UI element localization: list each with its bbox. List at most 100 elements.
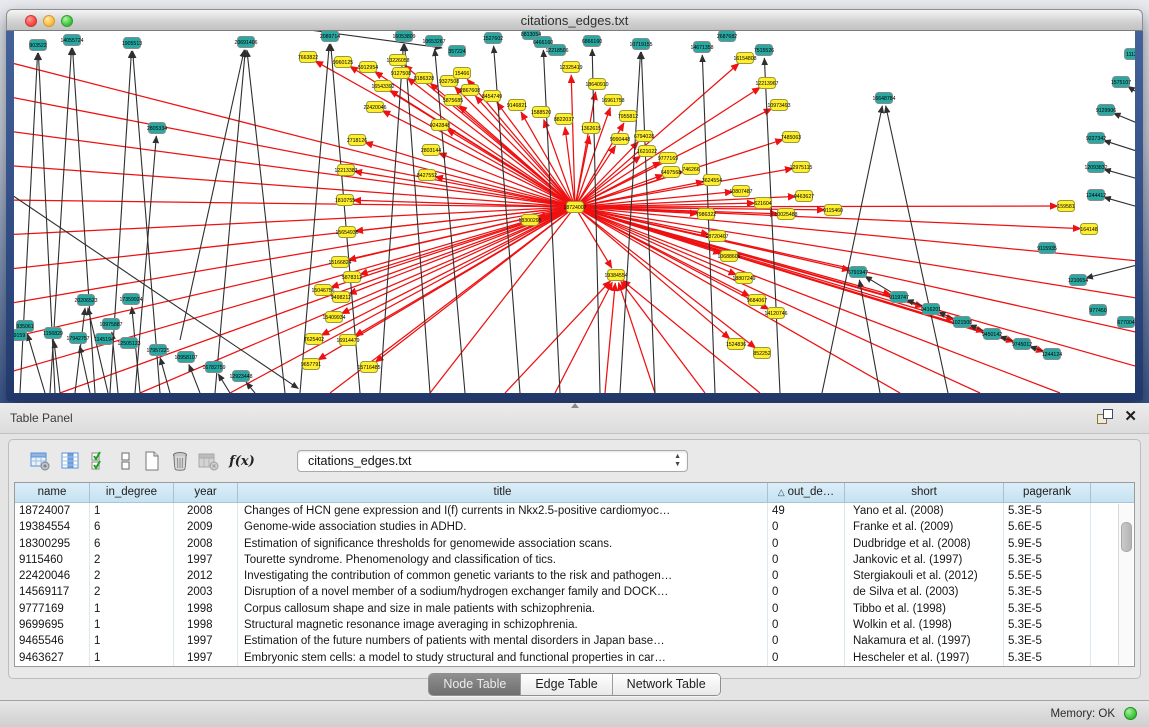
graph-node[interactable]: 9498212	[331, 292, 351, 303]
graph-node[interactable]: 9416201	[921, 304, 941, 315]
graph-node[interactable]: 22420046	[363, 102, 386, 113]
graph-node[interactable]: 15654936	[335, 227, 358, 238]
graph-node[interactable]: 2089714	[320, 31, 340, 42]
graph-node[interactable]: 6497568	[661, 167, 681, 178]
column-header-year[interactable]: year	[174, 483, 238, 502]
graph-node[interactable]: 12505123	[117, 338, 140, 349]
graph-node[interactable]: 16543392	[371, 81, 394, 92]
graph-node[interactable]: 9115460	[823, 205, 843, 216]
graph-node[interactable]: 1575107	[1111, 77, 1131, 88]
graph-node[interactable]: 39159	[14, 330, 27, 341]
graph-node[interactable]: 18300295	[518, 215, 541, 226]
import-table-icon[interactable]	[197, 450, 219, 472]
table-row[interactable]: 2242004622012Investigating the contribut…	[15, 568, 1134, 584]
column-header-out_de[interactable]: △out_de…	[768, 483, 845, 502]
column-header-pagerank[interactable]: pagerank	[1004, 483, 1091, 502]
graph-node[interactable]: 10973493	[767, 100, 790, 111]
graph-node[interactable]: 16648784	[872, 93, 895, 104]
graph-node[interactable]: 15466	[454, 68, 471, 79]
graph-node[interactable]: 5878312	[342, 272, 362, 283]
graph-node[interactable]: 9146821	[507, 100, 527, 111]
graph-node[interactable]: 1156829	[43, 328, 63, 339]
graph-node[interactable]: 1210654	[1068, 275, 1088, 286]
graph-node[interactable]: 10025488	[774, 209, 797, 220]
graph-node[interactable]: 1524836	[726, 339, 746, 350]
graph-node[interactable]: 9127508	[391, 68, 411, 79]
network-window-titlebar[interactable]: citations_edges.txt	[6, 9, 1143, 31]
graph-node[interactable]: 2805334	[147, 123, 167, 134]
table-row[interactable]: 1872400712008Changes of HCN gene express…	[15, 503, 1134, 519]
graph-node[interactable]: 14055724	[60, 35, 83, 46]
graph-node[interactable]: 1021508	[952, 317, 972, 328]
graph-node[interactable]: 621604	[754, 198, 771, 209]
graph-node[interactable]: 903522	[29, 40, 46, 51]
column-header-short[interactable]: short	[845, 483, 1004, 502]
node-table[interactable]: namein_degreeyeartitle△out_de…shortpager…	[14, 482, 1135, 667]
function-builder-icon[interactable]: f(x)	[231, 450, 253, 472]
graph-node[interactable]: 677004	[1117, 317, 1134, 328]
graph-node[interactable]: 15046756	[311, 285, 334, 296]
graph-node[interactable]: 9684067	[747, 295, 767, 306]
graph-node[interactable]: 1588520	[531, 107, 551, 118]
graph-node[interactable]: 18807249	[732, 273, 755, 284]
graph-node[interactable]: 1362615	[581, 123, 601, 134]
table-row[interactable]: 946362711997Embryonic stem cells: a mode…	[15, 650, 1134, 666]
graph-node[interactable]: 10807487	[729, 186, 752, 197]
graph-node[interactable]: 9745012	[1012, 339, 1032, 350]
panel-resize-grip-icon[interactable]	[571, 403, 579, 408]
graph-node[interactable]: 19384554	[604, 270, 627, 281]
graph-node[interactable]: 9990448	[610, 134, 630, 145]
graph-node[interactable]: 16782759	[202, 362, 225, 373]
graph-node[interactable]: 1810755	[335, 195, 355, 206]
column-header-title[interactable]: title	[238, 483, 768, 502]
graph-node[interactable]: 12218506	[545, 45, 568, 56]
graph-node[interactable]: 2718126	[347, 135, 367, 146]
graph-node[interactable]: 7663822	[298, 52, 318, 63]
graph-node[interactable]: 9129906	[1096, 105, 1116, 116]
graph-node[interactable]: 977450	[1089, 305, 1106, 316]
table-row[interactable]: 1456911722003Disruption of a novel membe…	[15, 584, 1134, 600]
graph-node[interactable]: 12213967	[755, 78, 778, 89]
graph-node[interactable]: 12923448	[229, 371, 252, 382]
column-header-in_degree[interactable]: in_degree	[90, 483, 174, 502]
graph-node[interactable]: 3624554	[702, 175, 722, 186]
graph-node[interactable]: 1621022	[637, 146, 657, 157]
table-selector-dropdown[interactable]: citations_edges.txt ▲▼	[297, 450, 688, 472]
graph-node[interactable]: 7515526	[754, 45, 774, 56]
graph-node[interactable]: 17957225	[146, 345, 169, 356]
table-panel-header[interactable]: Table Panel ✕	[0, 403, 1149, 434]
graph-node[interactable]: 20691406	[234, 37, 257, 48]
close-panel-icon[interactable]: ✕	[1124, 409, 1137, 424]
graph-node[interactable]: 10719155	[629, 39, 652, 50]
citation-network-graph[interactable]: 1872400776638229960125591295413226058912…	[14, 31, 1135, 393]
graph-node[interactable]: 16053809	[392, 31, 415, 42]
graph-node[interactable]: 10975887	[99, 319, 122, 330]
graph-node[interactable]: 17359924	[119, 294, 142, 305]
graph-node[interactable]: 9227342	[1086, 133, 1106, 144]
graph-node[interactable]: 18720407	[705, 231, 728, 242]
graph-node[interactable]: 1145194	[94, 334, 114, 345]
graph-node[interactable]: 2867608	[460, 85, 480, 96]
graph-node[interactable]: 15166824	[328, 257, 351, 268]
graph-node[interactable]: 15716485	[357, 362, 380, 373]
graph-node[interactable]: 1244124	[1042, 349, 1062, 360]
tab-edge-table[interactable]: Edge Table	[521, 674, 612, 695]
graph-node[interactable]: 10958107	[174, 352, 197, 363]
graph-node[interactable]: 8186328	[414, 73, 434, 84]
table-scrollbar[interactable]	[1118, 504, 1133, 665]
graph-node[interactable]: 9242848	[430, 120, 450, 131]
tab-node-table[interactable]: Node Table	[429, 674, 521, 695]
graph-node[interactable]: 16914479	[336, 335, 359, 346]
graph-node[interactable]: 18724007	[563, 202, 586, 213]
graph-node[interactable]: 1527602	[483, 33, 503, 44]
graph-node[interactable]: 10653267	[422, 36, 445, 47]
table-row[interactable]: 977716911998Corpus callosum shape and si…	[15, 601, 1134, 617]
graph-node[interactable]: 9463627	[794, 191, 814, 202]
graph-node[interactable]: 7485063	[781, 132, 801, 143]
graph-node[interactable]: 164148	[1080, 224, 1097, 235]
graph-node[interactable]: 746266	[682, 164, 699, 175]
delete-table-icon[interactable]	[169, 450, 191, 472]
graph-node[interactable]: 9450142	[982, 329, 1002, 340]
graph-node[interactable]: 8427552	[417, 170, 437, 181]
graph-node[interactable]: 1905513	[122, 38, 142, 49]
